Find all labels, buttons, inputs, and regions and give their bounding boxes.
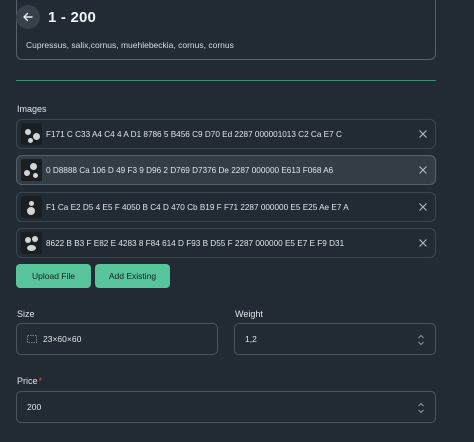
product-edit-page: Cupressus, salix,cornus, muehlebeckia, c… <box>0 0 474 442</box>
image-list-item[interactable]: 8622 B B3 F E82 E 4283 8 F84 614 D F93 B… <box>16 228 436 258</box>
section-divider <box>16 80 436 81</box>
stepper-icon[interactable] <box>417 333 425 347</box>
upload-file-button[interactable]: Upload File <box>16 264 91 288</box>
size-label: Size <box>17 309 35 319</box>
size-value: 23×60×60 <box>43 334 82 344</box>
price-value: 200 <box>27 402 42 412</box>
weight-input[interactable]: 1,2 <box>234 323 436 355</box>
price-input[interactable]: 200 <box>16 391 436 423</box>
weight-label: Weight <box>235 309 263 319</box>
image-name: 8622 B B3 F E82 E 4283 8 F84 614 D F93 B… <box>46 238 345 248</box>
page-header: 1 - 200 <box>16 4 96 30</box>
image-name: F1 Ca E2 D5 4 E5 F 4050 B C4 D 470 Cb B1… <box>46 202 349 212</box>
image-thumbnail <box>21 123 42 145</box>
close-icon[interactable] <box>417 164 429 176</box>
weight-value: 1,2 <box>245 334 257 344</box>
size-input[interactable]: 23×60×60 <box>16 323 218 355</box>
image-name: F171 C C33 A4 C4 4 A D1 8786 5 B456 C9 D… <box>46 129 342 139</box>
close-icon[interactable] <box>417 128 429 140</box>
back-button[interactable] <box>16 5 40 29</box>
required-mark: * <box>38 376 43 386</box>
price-label-text: Price <box>17 376 38 386</box>
close-icon[interactable] <box>417 201 429 213</box>
stepper-icon[interactable] <box>417 401 425 415</box>
image-list-item-selected[interactable]: 0 D8888 Ca 106 D 49 F3 9 D96 2 D769 D737… <box>16 155 436 185</box>
image-thumbnail <box>21 232 42 254</box>
add-existing-button[interactable]: Add Existing <box>95 264 170 288</box>
price-label: Price* <box>17 376 42 386</box>
images-label: Images <box>17 104 47 114</box>
image-list-item[interactable]: F1 Ca E2 D5 4 E5 F 4050 B C4 D 470 Cb B1… <box>16 192 436 222</box>
species-textarea-value: Cupressus, salix,cornus, muehlebeckia, c… <box>26 40 234 50</box>
image-list-item[interactable]: F171 C C33 A4 C4 4 A D1 8786 5 B456 C9 D… <box>16 119 436 149</box>
arrow-left-icon <box>23 12 33 22</box>
image-thumbnail <box>21 196 42 218</box>
image-thumbnail <box>21 159 42 181</box>
page-title: 1 - 200 <box>48 8 97 26</box>
image-name: 0 D8888 Ca 106 D 49 F3 9 D96 2 D769 D737… <box>46 165 334 175</box>
close-icon[interactable] <box>417 237 429 249</box>
dimensions-icon <box>27 335 37 343</box>
